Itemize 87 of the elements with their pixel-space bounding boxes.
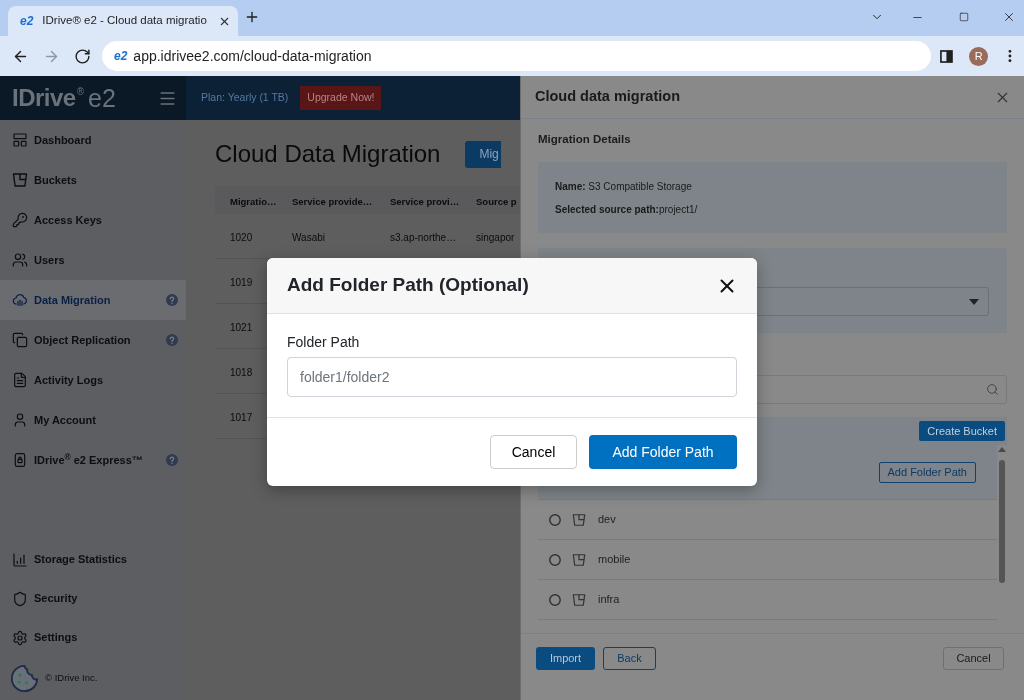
scrollbar[interactable]	[998, 447, 1006, 583]
sidebar-item[interactable]: My Account	[0, 400, 186, 440]
field-label: Folder Path	[287, 333, 361, 352]
bucket-icon	[12, 172, 28, 188]
cancel-button[interactable]: Cancel	[490, 435, 577, 469]
bucket-name: mobile	[598, 552, 631, 568]
bucket-icon	[572, 592, 586, 607]
table-cell: 1021	[230, 322, 253, 333]
table-cell: 1019	[230, 277, 253, 288]
caret-icon	[969, 298, 979, 305]
brand-logo: IDrive® e2	[12, 85, 116, 111]
bucket-row[interactable]: mobile	[538, 540, 997, 580]
sidebar-item[interactable]: Storage Statistics	[0, 540, 186, 579]
bucket-icon	[572, 552, 586, 567]
table-cell: 1017	[230, 412, 253, 423]
users-icon	[12, 252, 28, 268]
key-icon	[12, 212, 28, 228]
table-cell: 1018	[230, 367, 253, 378]
shield-icon	[12, 590, 28, 607]
table-cell: 1020	[230, 232, 253, 243]
browser-tab[interactable]: e2 IDrive® e2 - Cloud data migratio	[8, 6, 238, 36]
sidebar-item[interactable]: Security	[0, 579, 186, 618]
column-header: Service provide…	[292, 196, 373, 207]
bucket-row[interactable]: infra	[538, 580, 997, 620]
user-icon	[12, 412, 28, 428]
profile-avatar[interactable]: R	[969, 46, 989, 66]
site-logo: e2	[20, 15, 34, 27]
upgrade-button[interactable]: Upgrade Now!	[300, 86, 382, 110]
copy-icon	[12, 332, 28, 348]
column-header: Service provi…	[390, 196, 460, 207]
column-header: Migratio…	[230, 196, 277, 207]
bucket-name: dev	[598, 512, 616, 528]
help-icon[interactable]	[166, 334, 178, 346]
maximize-icon[interactable]	[959, 12, 969, 22]
sidebar-item[interactable]: Buckets	[0, 160, 186, 200]
cloud-icon	[12, 292, 28, 308]
help-icon[interactable]	[166, 294, 178, 306]
back-button[interactable]: Back	[603, 647, 656, 670]
drawer-title: Cloud data migration	[535, 87, 680, 107]
copyright-text: © IDrive Inc.	[45, 671, 98, 686]
add-folder-path-button[interactable]: Add Folder Path	[878, 461, 976, 483]
radio-button[interactable]	[549, 513, 561, 526]
sidebar-item[interactable]: Access Keys	[0, 200, 186, 240]
bucket-row[interactable]: dev	[538, 500, 997, 540]
tab-title: IDrive® e2 - Cloud data migratio	[42, 13, 207, 29]
table-cell: Wasabi	[292, 232, 325, 243]
create-bucket-button[interactable]: Create Bucket	[919, 421, 1005, 441]
bucket-icon	[572, 512, 586, 527]
radio-button[interactable]	[549, 593, 561, 606]
sidebar-item[interactable]: Activity Logs	[0, 360, 186, 400]
radio-button[interactable]	[549, 553, 561, 566]
sidebar-item[interactable]: Dashboard	[0, 120, 186, 160]
cookie-icon[interactable]	[10, 664, 39, 693]
side-panel-icon[interactable]	[940, 49, 954, 63]
table-cell: s3.ap-northe…	[390, 232, 457, 243]
add-folder-path-button[interactable]: Add Folder Path	[589, 435, 737, 469]
cancel-button[interactable]: Cancel	[943, 647, 1004, 670]
url-text: app.idrivee2.com/cloud-data-migration	[133, 46, 372, 66]
plan-text: Plan: Yearly (1 TB)	[201, 90, 289, 106]
help-icon[interactable]	[166, 454, 178, 466]
import-button[interactable]: Import	[536, 647, 595, 670]
sidebar-item[interactable]: Object Replication	[0, 320, 186, 360]
bucket-name: infra	[598, 592, 620, 608]
sidebar-item[interactable]: Users	[0, 240, 186, 280]
sidebar-item[interactable]: Data Migration	[0, 280, 186, 320]
detail-text: Name: S3 Compatible Storage	[555, 179, 693, 193]
site-logo: e2	[114, 50, 128, 62]
migrate-button[interactable]: Mig	[465, 140, 502, 168]
layout-icon	[12, 132, 28, 148]
lock-device-icon	[12, 452, 28, 468]
document-icon	[12, 372, 28, 388]
section-title: Migration Details	[538, 132, 632, 146]
reload-icon[interactable]	[74, 47, 91, 65]
address-bar[interactable]: e2 app.idrivee2.com/cloud-data-migration	[102, 41, 932, 71]
settings-icon	[12, 629, 28, 646]
sidebar-item[interactable]: Settings	[0, 618, 186, 657]
modal-title: Add Folder Path (Optional)	[287, 273, 529, 298]
bar-chart-icon	[12, 551, 28, 568]
detail-text: Selected source path:project1/	[555, 202, 699, 216]
column-header: Source p	[476, 196, 517, 207]
page-title: Cloud Data Migration	[215, 140, 441, 168]
sidebar-item[interactable]: IDrive$^{®}$ e2 Express™	[0, 440, 186, 480]
folder-path-input[interactable]: folder1/folder2	[287, 357, 737, 397]
search-icon	[986, 383, 999, 396]
new-tab-icon[interactable]	[244, 9, 260, 25]
close-icon[interactable]	[1002, 10, 1016, 24]
table-cell: singapor	[476, 232, 515, 243]
